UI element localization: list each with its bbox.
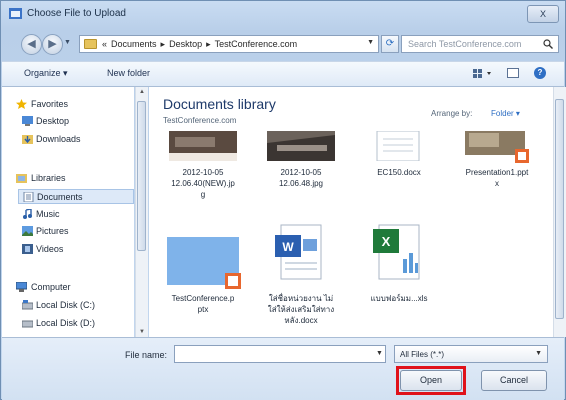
file-name-input[interactable] xyxy=(174,345,386,363)
downloads-icon xyxy=(22,135,33,144)
desktop-icon xyxy=(22,116,33,126)
navigation-bar: ◀ ▶ ▼ «Documents ▸ Desktop ▸ TestConference.… xyxy=(1,31,565,57)
command-toolbar: Organize ▾ New folder ? xyxy=(2,61,564,87)
documents-icon xyxy=(23,192,34,202)
disk-icon xyxy=(22,320,33,328)
dialog-footer: File name: ▼ All Files (*.*) ▼ Open Canc… xyxy=(2,337,564,400)
excel-document-icon: X xyxy=(373,224,420,280)
file-name-line: 12.06.40(NEW).jp xyxy=(171,179,235,188)
music-icon xyxy=(23,209,32,219)
word-document-icon: W xyxy=(275,224,322,280)
svg-text:X: X xyxy=(382,234,391,249)
file-list-pane: Documents library TestConference.com Arr… xyxy=(149,87,553,337)
sidebar-scrollbar[interactable]: ▲ ▼ xyxy=(135,87,148,337)
search-input[interactable]: Search TestConference.com xyxy=(401,35,559,53)
file-type-filter[interactable]: All Files (*.*) ▼ xyxy=(394,345,548,363)
file-list-scrollbar[interactable] xyxy=(553,87,566,337)
libraries-icon xyxy=(16,174,27,183)
navigation-pane: Favorites Desktop Downloads Libraries Do… xyxy=(2,87,134,337)
app-icon xyxy=(9,8,22,19)
search-icon xyxy=(543,39,553,49)
file-type-filter-value: All Files (*.*) xyxy=(400,350,445,359)
library-subtitle: TestConference.com xyxy=(163,116,237,125)
file-name-line: TestConference.p xyxy=(171,294,235,303)
file-dialog-window: Choose File to Upload X ◀ ▶ ▼ «Documents… xyxy=(0,0,566,400)
file-name-label: File name: xyxy=(125,350,168,360)
sidebar-item-pictures[interactable]: Pictures xyxy=(2,224,134,239)
help-icon[interactable]: ? xyxy=(534,67,546,79)
library-title: Documents library xyxy=(163,96,276,112)
file-name-line: แบบฟอร์มม...xls xyxy=(370,294,428,303)
sidebar-item-downloads[interactable]: Downloads xyxy=(2,132,134,147)
preview-pane-icon[interactable] xyxy=(507,68,519,78)
back-button[interactable]: ◀ xyxy=(21,34,42,55)
pptx-thumbnail-icon xyxy=(167,237,241,289)
recent-pages-chevron-icon[interactable]: ▼ xyxy=(64,39,71,46)
document-icon xyxy=(376,131,420,161)
file-name-dropdown-chevron-icon[interactable]: ▼ xyxy=(376,350,383,357)
forward-button[interactable]: ▶ xyxy=(42,34,63,55)
file-name-line: x xyxy=(495,179,499,188)
sidebar-item-local-disk-c[interactable]: Local Disk (C:) xyxy=(2,298,134,313)
folder-icon xyxy=(84,39,97,49)
file-name-line: 2012-10-05 xyxy=(182,168,224,177)
sidebar-item-computer[interactable]: Computer xyxy=(2,280,134,295)
address-bar[interactable]: «Documents ▸ Desktop ▸ TestConference.com ▼ xyxy=(79,35,379,53)
videos-icon xyxy=(22,244,33,254)
computer-icon xyxy=(16,282,27,292)
photo-thumbnail-icon xyxy=(169,131,237,161)
file-item[interactable]: Presentation1.ppt x xyxy=(451,131,543,231)
arrange-by-label: Arrange by: xyxy=(431,109,473,118)
arrange-by-dropdown[interactable]: Folder ▾ xyxy=(491,109,520,118)
file-list-scroll-thumb[interactable] xyxy=(555,99,564,319)
file-name-line: ใส่ชื่อหน่วยงาน ไม่ xyxy=(268,294,334,303)
file-name-line: ใส่ให้ส่งเสริมใส่ทาง xyxy=(267,305,335,314)
open-button[interactable]: Open xyxy=(400,370,462,391)
sidebar-item-desktop[interactable]: Desktop xyxy=(2,114,134,129)
search-placeholder: Search TestConference.com xyxy=(408,39,522,49)
chevron-down-icon: ▼ xyxy=(535,350,542,357)
sidebar-item-libraries[interactable]: Libraries xyxy=(2,171,134,186)
file-name-line: EC150.docx xyxy=(377,168,421,177)
file-name-line: ptx xyxy=(197,305,209,314)
file-name-line: 2012-10-05 xyxy=(280,168,322,177)
sidebar-item-favorites[interactable]: Favorites xyxy=(2,97,134,112)
file-item[interactable]: W ใส่ชื่อหน่วยงาน ไม่ ใส่ให้ส่งเสริมใส่ท… xyxy=(255,221,347,325)
title-bar[interactable]: Choose File to Upload X xyxy=(1,1,565,27)
file-name-line: Presentation1.ppt xyxy=(465,168,529,177)
file-name-line: g xyxy=(200,190,206,199)
file-item[interactable]: 2012-10-05 12.06.40(NEW).jp g xyxy=(157,131,249,231)
close-button[interactable]: X xyxy=(527,5,559,23)
address-dropdown-chevron-icon[interactable]: ▼ xyxy=(367,39,374,46)
file-item[interactable]: TestConference.p ptx xyxy=(157,237,249,337)
pptx-thumbnail-icon xyxy=(465,131,529,163)
sidebar-item-documents[interactable]: Documents xyxy=(18,189,134,204)
disk-icon xyxy=(22,300,33,310)
window-title: Choose File to Upload xyxy=(27,8,126,19)
photo-thumbnail-icon xyxy=(267,131,335,161)
file-item[interactable]: X แบบฟอร์มม...xls xyxy=(353,221,445,321)
scroll-down-icon[interactable]: ▼ xyxy=(139,329,145,335)
file-name-line: หลัง.docx xyxy=(284,316,318,325)
view-options-icon[interactable] xyxy=(472,67,494,80)
scroll-up-icon[interactable]: ▲ xyxy=(139,89,145,95)
sidebar-item-local-disk-d[interactable]: Local Disk (D:) xyxy=(2,316,134,331)
sidebar-scroll-thumb[interactable] xyxy=(137,101,146,251)
organize-button[interactable]: Organize ▾ xyxy=(24,68,68,79)
pictures-icon xyxy=(22,226,33,236)
cancel-button[interactable]: Cancel xyxy=(481,370,547,391)
file-name-line: 12.06.48.jpg xyxy=(278,179,324,188)
file-item[interactable]: EC150.docx xyxy=(353,131,445,231)
sidebar-item-videos[interactable]: Videos xyxy=(2,242,134,257)
svg-text:W: W xyxy=(282,240,294,254)
star-icon xyxy=(16,99,27,109)
new-folder-button[interactable]: New folder xyxy=(107,68,150,78)
breadcrumb[interactable]: «Documents ▸ Desktop ▸ TestConference.com xyxy=(102,39,301,50)
refresh-button[interactable]: ⟳ xyxy=(381,35,399,53)
file-item[interactable]: 2012-10-05 12.06.48.jpg xyxy=(255,131,347,231)
sidebar-item-music[interactable]: Music xyxy=(2,207,134,222)
